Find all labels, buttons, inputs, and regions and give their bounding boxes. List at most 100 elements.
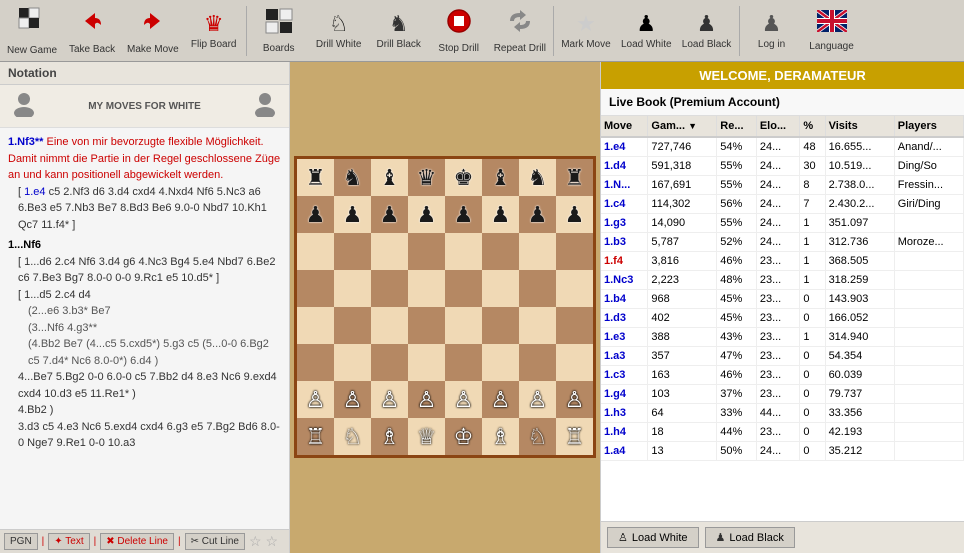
- square-1-1[interactable]: ♟: [334, 196, 371, 233]
- square-6-5[interactable]: ♙: [482, 381, 519, 418]
- table-row[interactable]: 1.a3 357 47% 23... 0 54.354: [601, 347, 964, 366]
- chess-board[interactable]: ♜♞♝♛♚♝♞♜♟♟♟♟♟♟♟♟♙♙♙♙♙♙♙♙♖♘♗♕♔♗♘♖: [294, 156, 596, 458]
- square-3-3[interactable]: [408, 270, 445, 307]
- load-white-button[interactable]: ♟ Load White: [616, 2, 677, 60]
- cell-move[interactable]: 1.e4: [601, 137, 648, 157]
- mark-move-button[interactable]: ★ Mark Move: [556, 2, 616, 60]
- pgn-button[interactable]: PGN: [4, 533, 38, 550]
- col-games[interactable]: Gam... ▼: [648, 116, 717, 137]
- square-2-2[interactable]: [371, 233, 408, 270]
- cell-move[interactable]: 1.Nc3: [601, 271, 648, 290]
- table-row[interactable]: 1.f4 3,816 46% 23... 1 368.505: [601, 252, 964, 271]
- cut-line-button[interactable]: ✂ Cut Line: [185, 533, 245, 550]
- square-2-1[interactable]: [334, 233, 371, 270]
- square-4-3[interactable]: [408, 307, 445, 344]
- square-2-4[interactable]: [445, 233, 482, 270]
- square-4-0[interactable]: [297, 307, 334, 344]
- square-5-1[interactable]: [334, 344, 371, 381]
- cell-move[interactable]: 1.h4: [601, 423, 648, 442]
- table-row[interactable]: 1.g3 14,090 55% 24... 1 351.097: [601, 214, 964, 233]
- square-0-6[interactable]: ♞: [519, 159, 556, 196]
- cell-move[interactable]: 1.e3: [601, 328, 648, 347]
- book-load-black-button[interactable]: ♟ Load Black: [705, 527, 795, 548]
- col-elo[interactable]: Elo...: [756, 116, 800, 137]
- square-1-2[interactable]: ♟: [371, 196, 408, 233]
- table-row[interactable]: 1.h3 64 33% 44... 0 33.356: [601, 404, 964, 423]
- new-game-button[interactable]: New Game: [2, 2, 62, 60]
- square-5-5[interactable]: [482, 344, 519, 381]
- cell-move[interactable]: 1.b4: [601, 290, 648, 309]
- square-0-3[interactable]: ♛: [408, 159, 445, 196]
- cell-move[interactable]: 1.c3: [601, 366, 648, 385]
- square-2-5[interactable]: [482, 233, 519, 270]
- log-in-button[interactable]: ♟ Log in: [742, 2, 802, 60]
- square-6-7[interactable]: ♙: [556, 381, 593, 418]
- square-7-3[interactable]: ♕: [408, 418, 445, 455]
- make-move-button[interactable]: Make Move: [122, 2, 184, 60]
- square-3-5[interactable]: [482, 270, 519, 307]
- square-2-3[interactable]: [408, 233, 445, 270]
- table-row[interactable]: 1.g4 103 37% 23... 0 79.737: [601, 385, 964, 404]
- table-row[interactable]: 1.d3 402 45% 23... 0 166.052: [601, 309, 964, 328]
- table-row[interactable]: 1.h4 18 44% 23... 0 42.193: [601, 423, 964, 442]
- boards-button[interactable]: Boards: [249, 2, 309, 60]
- square-4-6[interactable]: [519, 307, 556, 344]
- square-4-4[interactable]: [445, 307, 482, 344]
- table-row[interactable]: 1.b3 5,787 52% 24... 1 312.736 Moroze...: [601, 233, 964, 252]
- cell-move[interactable]: 1.f4: [601, 252, 648, 271]
- square-3-0[interactable]: [297, 270, 334, 307]
- cell-move[interactable]: 1.g4: [601, 385, 648, 404]
- square-0-4[interactable]: ♚: [445, 159, 482, 196]
- square-7-7[interactable]: ♖: [556, 418, 593, 455]
- square-7-0[interactable]: ♖: [297, 418, 334, 455]
- square-6-3[interactable]: ♙: [408, 381, 445, 418]
- square-7-2[interactable]: ♗: [371, 418, 408, 455]
- square-6-6[interactable]: ♙: [519, 381, 556, 418]
- square-3-4[interactable]: [445, 270, 482, 307]
- table-row[interactable]: 1.c3 163 46% 23... 0 60.039: [601, 366, 964, 385]
- square-1-7[interactable]: ♟: [556, 196, 593, 233]
- square-2-6[interactable]: [519, 233, 556, 270]
- cell-move[interactable]: 1.N...: [601, 176, 648, 195]
- take-back-button[interactable]: Take Back: [62, 2, 122, 60]
- table-row[interactable]: 1.d4 591,318 55% 24... 30 10.519... Ding…: [601, 157, 964, 176]
- square-1-5[interactable]: ♟: [482, 196, 519, 233]
- square-1-4[interactable]: ♟: [445, 196, 482, 233]
- square-4-2[interactable]: [371, 307, 408, 344]
- square-6-0[interactable]: ♙: [297, 381, 334, 418]
- delete-line-button[interactable]: ✖ Delete Line: [100, 533, 174, 550]
- table-row[interactable]: 1.e4 727,746 54% 24... 48 16.655... Anan…: [601, 137, 964, 157]
- col-pct[interactable]: %: [800, 116, 825, 137]
- stop-drill-button[interactable]: Stop Drill: [429, 2, 489, 60]
- square-0-2[interactable]: ♝: [371, 159, 408, 196]
- cell-move[interactable]: 1.g3: [601, 214, 648, 233]
- square-2-7[interactable]: [556, 233, 593, 270]
- table-row[interactable]: 1.b4 968 45% 23... 0 143.903: [601, 290, 964, 309]
- table-row[interactable]: 1.e3 388 43% 23... 1 314.940: [601, 328, 964, 347]
- square-0-7[interactable]: ♜: [556, 159, 593, 196]
- square-7-4[interactable]: ♔: [445, 418, 482, 455]
- col-move[interactable]: Move: [601, 116, 648, 137]
- square-5-6[interactable]: [519, 344, 556, 381]
- col-visits[interactable]: Visits: [825, 116, 894, 137]
- book-load-white-button[interactable]: ♙ Load White: [607, 527, 699, 548]
- table-row[interactable]: 1.N... 167,691 55% 24... 8 2.738.0... Fr…: [601, 176, 964, 195]
- drill-white-button[interactable]: ♘ Drill White: [309, 2, 369, 60]
- language-button[interactable]: Language: [802, 2, 862, 60]
- square-6-4[interactable]: ♙: [445, 381, 482, 418]
- cell-move[interactable]: 1.c4: [601, 195, 648, 214]
- repeat-drill-button[interactable]: Repeat Drill: [489, 2, 551, 60]
- square-0-0[interactable]: ♜: [297, 159, 334, 196]
- square-3-1[interactable]: [334, 270, 371, 307]
- flip-board-button[interactable]: ♛ Flip Board: [184, 2, 244, 60]
- square-5-2[interactable]: [371, 344, 408, 381]
- square-5-0[interactable]: [297, 344, 334, 381]
- square-7-1[interactable]: ♘: [334, 418, 371, 455]
- square-0-1[interactable]: ♞: [334, 159, 371, 196]
- cell-move[interactable]: 1.h3: [601, 404, 648, 423]
- square-1-3[interactable]: ♟: [408, 196, 445, 233]
- square-4-5[interactable]: [482, 307, 519, 344]
- cell-move[interactable]: 1.a4: [601, 442, 648, 461]
- square-4-1[interactable]: [334, 307, 371, 344]
- square-0-5[interactable]: ♝: [482, 159, 519, 196]
